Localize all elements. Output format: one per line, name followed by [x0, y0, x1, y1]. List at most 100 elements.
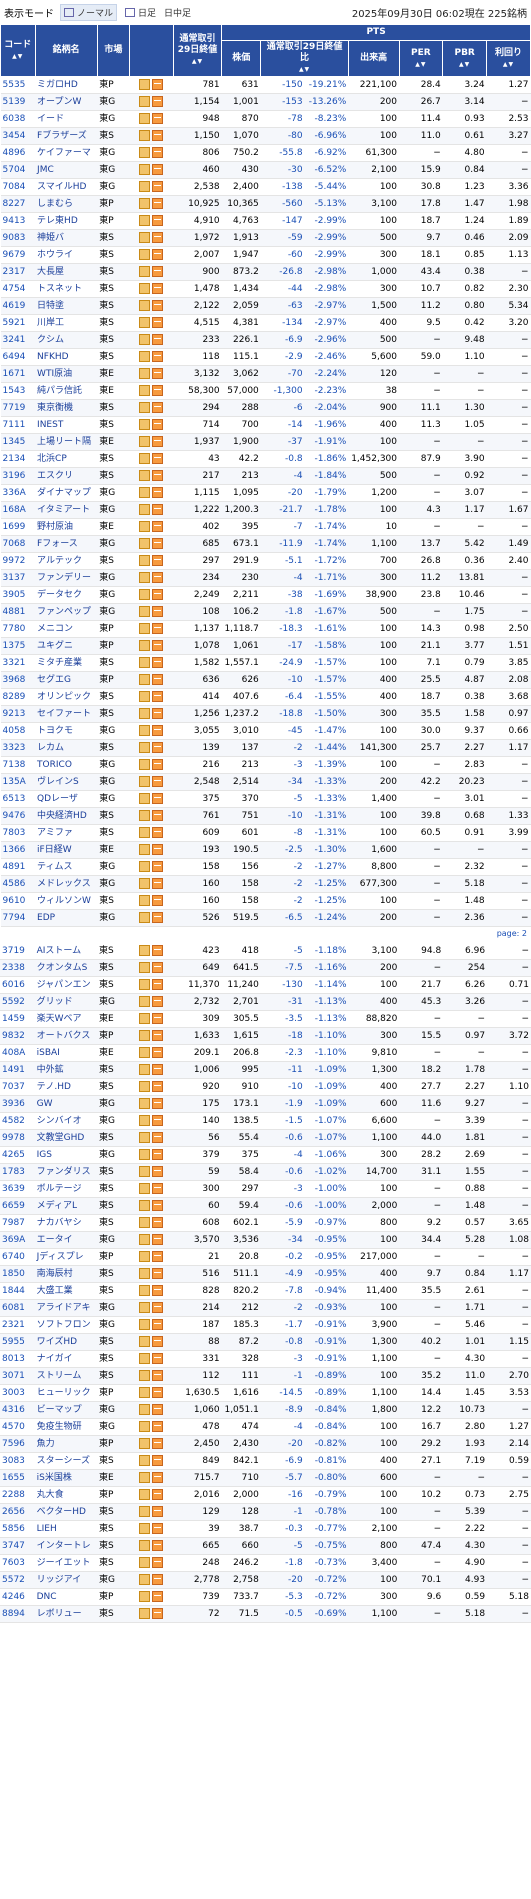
- calendar-icon[interactable]: [139, 1608, 151, 1619]
- chart-icons-cell[interactable]: [129, 1367, 174, 1385]
- stock-name-link[interactable]: 魚力: [34, 1435, 97, 1453]
- chart-icon[interactable]: [152, 742, 164, 753]
- chart-icons-cell[interactable]: [129, 127, 174, 145]
- stock-code-link[interactable]: 1366: [0, 841, 36, 859]
- calendar-icon[interactable]: [139, 470, 151, 481]
- calendar-icon[interactable]: [139, 1472, 151, 1483]
- chart-icon[interactable]: [152, 1591, 164, 1602]
- calendar-icon[interactable]: [139, 962, 151, 973]
- stock-code-link[interactable]: 5592: [0, 993, 35, 1011]
- chart-icon[interactable]: [152, 606, 164, 617]
- stock-code-link[interactable]: 4246: [0, 1588, 35, 1606]
- stock-name-link[interactable]: ヴレインS: [35, 773, 98, 791]
- stock-name-link[interactable]: JMC: [35, 161, 98, 179]
- stock-name-link[interactable]: ソフトフロン: [34, 1316, 97, 1334]
- chart-icon[interactable]: [152, 1098, 164, 1109]
- stock-name-link[interactable]: 丸大食: [34, 1486, 97, 1504]
- chart-icons-cell[interactable]: [129, 93, 174, 111]
- stock-code-link[interactable]: 3003: [0, 1384, 35, 1402]
- chart-icon[interactable]: [152, 996, 164, 1007]
- chart-icon[interactable]: [152, 1608, 164, 1619]
- chart-icon[interactable]: [152, 861, 164, 872]
- stock-name-link[interactable]: 中央経済HD: [35, 807, 98, 825]
- calendar-icon[interactable]: [139, 164, 151, 175]
- chart-icons-cell[interactable]: [129, 348, 174, 366]
- stock-name-link[interactable]: ファンダリス: [34, 1163, 97, 1181]
- stock-name-link[interactable]: レカム: [35, 739, 98, 757]
- chart-icon[interactable]: [152, 113, 164, 124]
- page-indicator[interactable]: page: 2: [0, 927, 531, 943]
- chart-icons-cell[interactable]: [129, 144, 174, 162]
- stock-name-link[interactable]: イタミアート: [35, 501, 98, 519]
- chart-icon[interactable]: [152, 266, 164, 277]
- calendar-icon[interactable]: [139, 1506, 151, 1517]
- stock-code-link[interactable]: 3905: [0, 586, 36, 604]
- stock-name-link[interactable]: Jディスプレ: [34, 1248, 97, 1266]
- chart-icon[interactable]: [152, 1387, 164, 1398]
- stock-name-link[interactable]: ナイガイ: [34, 1350, 97, 1368]
- stock-code-link[interactable]: 3747: [0, 1537, 35, 1555]
- chart-icon[interactable]: [152, 844, 164, 855]
- stock-code-link[interactable]: 1459: [0, 1010, 35, 1028]
- chart-icons-cell[interactable]: [129, 314, 174, 332]
- chart-icon[interactable]: [152, 555, 164, 566]
- chart-icons-cell[interactable]: [129, 1231, 174, 1249]
- stock-name-link[interactable]: ボルテージ: [34, 1180, 97, 1198]
- stock-code-link[interactable]: 9679: [0, 246, 36, 264]
- stock-name-link[interactable]: クオンタムS: [34, 959, 97, 977]
- chart-icon[interactable]: [152, 725, 164, 736]
- calendar-icon[interactable]: [139, 1455, 151, 1466]
- chart-icons-cell[interactable]: [129, 875, 174, 893]
- chart-icon[interactable]: [152, 368, 164, 379]
- stock-code-link[interactable]: 1491: [0, 1061, 35, 1079]
- chart-icon[interactable]: [152, 215, 164, 226]
- stock-code-link[interactable]: 4586: [0, 875, 36, 893]
- chart-icon[interactable]: [152, 1353, 164, 1364]
- chart-icon[interactable]: [152, 504, 164, 515]
- chart-icons-cell[interactable]: [129, 1350, 174, 1368]
- stock-code-link[interactable]: 4896: [0, 144, 36, 162]
- calendar-icon[interactable]: [139, 215, 151, 226]
- stock-code-link[interactable]: 5856: [0, 1520, 35, 1538]
- calendar-icon[interactable]: [139, 640, 151, 651]
- calendar-icon[interactable]: [139, 555, 151, 566]
- chart-icon[interactable]: [152, 962, 164, 973]
- calendar-icon[interactable]: [139, 589, 151, 600]
- stock-name-link[interactable]: Fブラザーズ: [35, 127, 98, 145]
- stock-code-link[interactable]: 8894: [0, 1605, 35, 1623]
- chart-icons-cell[interactable]: [129, 756, 174, 774]
- calendar-icon[interactable]: [139, 945, 151, 956]
- stock-code-link[interactable]: 7037: [0, 1078, 35, 1096]
- stock-code-link[interactable]: 5535: [0, 76, 36, 94]
- stock-name-link[interactable]: TORICO: [35, 756, 98, 774]
- chart-icons-cell[interactable]: [129, 1061, 174, 1079]
- stock-name-link[interactable]: オートバクス: [34, 1027, 97, 1045]
- stock-code-link[interactable]: 2288: [0, 1486, 35, 1504]
- stock-name-link[interactable]: アライドアキ: [34, 1299, 97, 1317]
- chart-icons-cell[interactable]: [129, 1554, 174, 1572]
- stock-name-link[interactable]: ビーマップ: [34, 1401, 97, 1419]
- chart-icon[interactable]: [152, 79, 164, 90]
- chart-icon[interactable]: [152, 1149, 164, 1160]
- stock-code-link[interactable]: 7068: [0, 535, 36, 553]
- chart-icons-cell[interactable]: [129, 1588, 174, 1606]
- stock-code-link[interactable]: 3071: [0, 1367, 35, 1385]
- stock-name-link[interactable]: メディアL: [34, 1197, 97, 1215]
- chart-icons-cell[interactable]: [129, 654, 174, 672]
- chart-icon[interactable]: [152, 1421, 164, 1432]
- calendar-icon[interactable]: [139, 1574, 151, 1585]
- stock-name-link[interactable]: アミファ: [35, 824, 98, 842]
- stock-name-link[interactable]: EDP: [35, 909, 98, 927]
- chart-icons-cell[interactable]: [129, 1452, 174, 1470]
- chart-icon[interactable]: [152, 300, 164, 311]
- chart-icons-cell[interactable]: [129, 450, 174, 468]
- calendar-icon[interactable]: [139, 1013, 151, 1024]
- chart-icon[interactable]: [152, 1183, 164, 1194]
- stock-name-link[interactable]: LIEH: [34, 1520, 97, 1538]
- calendar-icon[interactable]: [139, 1030, 151, 1041]
- chart-icons-cell[interactable]: [129, 1316, 174, 1334]
- chart-icons-cell[interactable]: [129, 1469, 174, 1487]
- chart-icon[interactable]: [152, 1081, 164, 1092]
- chart-icons-cell[interactable]: [129, 705, 174, 723]
- chart-icons-cell[interactable]: [129, 773, 174, 791]
